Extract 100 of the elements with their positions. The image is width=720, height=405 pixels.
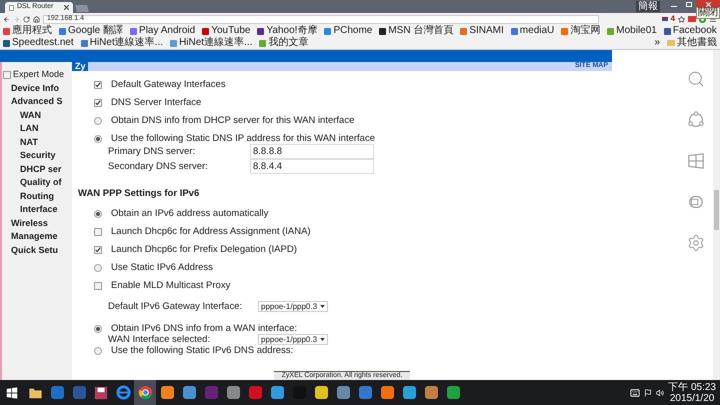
bookmark-link[interactable]: 應用程式: [12, 25, 52, 37]
checkbox-label: Enable MLD Multicast Proxy: [111, 280, 230, 291]
flag-icon[interactable]: [644, 388, 652, 396]
sidebar-item[interactable]: Quality of: [2, 176, 72, 190]
sidebar-item[interactable]: Device Info: [2, 82, 72, 95]
bookmark-link[interactable]: Mobile01: [616, 25, 657, 37]
radio-button[interactable]: [94, 210, 102, 218]
dns-input[interactable]: 8.8.8.8: [250, 144, 374, 159]
section-heading: WAN PPP Settings for IPv6: [78, 188, 200, 199]
dropdown-caret-icon: [320, 305, 326, 308]
more-bookmarks-button[interactable]: »: [654, 37, 660, 49]
bookmark-link[interactable]: 淘宝网: [570, 25, 600, 37]
field-label: Secondary DNS server:: [108, 160, 209, 174]
devices-icon[interactable]: [687, 193, 705, 211]
close-tab-icon[interactable]: [64, 5, 69, 10]
checkbox[interactable]: [94, 282, 102, 290]
sidebar-item[interactable]: Manageme: [2, 230, 72, 244]
checkbox-label: DNS Server Interface: [111, 97, 202, 108]
profile-label[interactable]: 簡報: [636, 1, 660, 12]
site-icon: [561, 28, 568, 34]
site-icon: [130, 28, 138, 34]
radio-button[interactable]: [94, 324, 102, 332]
checkbox[interactable]: [94, 80, 102, 88]
bookmark-link[interactable]: MSN 台灣首頁: [388, 25, 454, 37]
field-label: Primary DNS server:: [108, 145, 196, 159]
checkbox[interactable]: [94, 98, 102, 106]
field-label: WAN Interface selected:: [108, 334, 212, 345]
site-icon: [607, 28, 614, 34]
share-icon[interactable]: [687, 111, 705, 129]
keyboard-icon[interactable]: [630, 388, 640, 398]
checkbox-label: Expert Mode: [13, 68, 64, 81]
checkbox[interactable]: [94, 228, 102, 236]
site-icon: [664, 28, 671, 34]
home-icon[interactable]: [33, 16, 40, 22]
scrollbar-thumb[interactable]: [714, 190, 719, 230]
chrome-icon: [138, 385, 152, 400]
sidebar-item[interactable]: WAN: [2, 108, 72, 122]
site-icon: [510, 28, 518, 34]
site-icon: [202, 28, 210, 34]
bookmark-star-icon[interactable]: [678, 16, 685, 22]
back-icon[interactable]: [3, 16, 10, 22]
dns-input[interactable]: 8.8.4.4: [250, 159, 374, 174]
bookmark-link[interactable]: Yahoo!奇摩: [266, 25, 318, 37]
windows-logo-icon[interactable]: [6, 386, 18, 398]
radio-button[interactable]: [94, 264, 102, 272]
bookmark-link[interactable]: Facebook: [672, 25, 717, 37]
app-icon: [380, 386, 394, 399]
bookmark-link[interactable]: YouTube: [211, 25, 250, 37]
bookmark-link[interactable]: SINAMI: [469, 25, 504, 37]
extension-badge[interactable]: 4: [670, 13, 675, 25]
app-icon: [248, 386, 262, 399]
radio-label: Obtain an IPv6 address automatically: [111, 208, 268, 219]
settings-icon[interactable]: [687, 234, 705, 252]
site-icon: [170, 40, 178, 46]
radio-button[interactable]: [94, 134, 102, 142]
bookmark-link[interactable]: 我的文章: [268, 37, 308, 49]
app-icon: [50, 386, 64, 399]
site-icon: [460, 28, 468, 34]
scrollbar[interactable]: [713, 50, 720, 380]
field-label: Default IPv6 Gateway Interface:: [108, 301, 244, 312]
radio-button[interactable]: [94, 346, 102, 354]
interface-dropdown[interactable]: pppoe-1/ppp0.3: [258, 301, 328, 312]
radio-button[interactable]: [94, 116, 102, 124]
site-icon: [379, 28, 386, 34]
bookmark-link[interactable]: mediaU: [520, 25, 554, 37]
volume-icon[interactable]: [656, 388, 664, 396]
app-icon: [160, 386, 174, 399]
taskbar-app-button[interactable]: [134, 380, 156, 405]
sidebar-item[interactable]: Quick Setu: [2, 244, 72, 257]
bookmark-link[interactable]: Play Android: [139, 25, 196, 37]
checkbox-label: Launch Dhcp6c for Prefix Delegation (IAPD): [111, 244, 297, 255]
bookmark-link[interactable]: Google 翻譯: [68, 25, 124, 37]
interface-dropdown[interactable]: pppoe-1/ppp0.3: [258, 334, 328, 345]
sidebar-item[interactable]: Security: [2, 149, 72, 162]
checkbox[interactable]: [3, 70, 11, 79]
logo: Zy: [74, 62, 86, 71]
bookmark-folder[interactable]: 其他書籤: [677, 37, 717, 49]
sidebar-item[interactable]: NAT: [2, 136, 72, 149]
sidebar-item[interactable]: Routing: [2, 190, 72, 203]
site-icon: [59, 28, 66, 34]
sidebar-item[interactable]: Interface: [2, 203, 72, 216]
checkbox[interactable]: [94, 246, 102, 254]
folder-icon: [667, 40, 675, 46]
sidebar-item[interactable]: Advanced S: [2, 95, 72, 108]
app-icon: [314, 386, 328, 399]
bookmark-link[interactable]: HiNet連線速率...: [179, 37, 252, 49]
sidebar-item[interactable]: LAN: [2, 122, 72, 136]
sidebar-item[interactable]: DHCP ser: [2, 162, 72, 176]
sidebar-item[interactable]: Wireless: [2, 216, 72, 230]
bookmark-link[interactable]: HiNet連線速率...: [90, 37, 164, 49]
clock-date: 2015/1/20: [670, 392, 714, 404]
flag-icon: [662, 17, 668, 21]
radio-label: Obtain IPv6 DNS info from a WAN interface:: [111, 323, 298, 334]
search-icon[interactable]: [687, 70, 705, 88]
bookmark-link[interactable]: PChome: [333, 25, 372, 37]
radio-label: Use the following Static DNS IP address for this WAN interface: [111, 133, 375, 144]
reload-icon[interactable]: [23, 16, 30, 22]
clock-time: 下午 05:23: [668, 382, 716, 392]
bookmark-link[interactable]: Speedtest.net: [12, 37, 74, 49]
radio-label: Use the following Static IPv6 DNS address:: [111, 345, 294, 356]
